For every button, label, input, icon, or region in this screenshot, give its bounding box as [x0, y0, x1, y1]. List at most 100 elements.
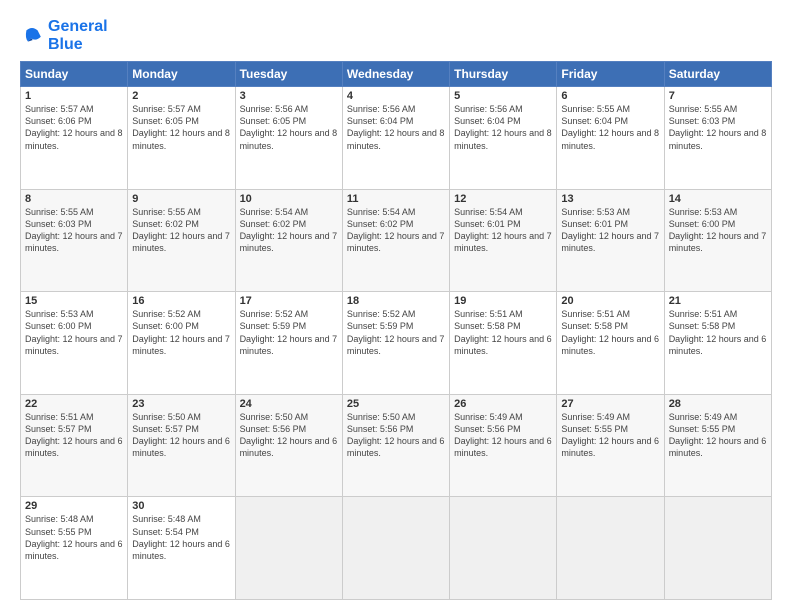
day-info: Sunrise: 5:56 AM Sunset: 6:05 PM Dayligh… [240, 103, 338, 152]
day-info: Sunrise: 5:56 AM Sunset: 6:04 PM Dayligh… [454, 103, 552, 152]
calendar-cell: 7 Sunrise: 5:55 AM Sunset: 6:03 PM Dayli… [664, 87, 771, 190]
calendar-cell: 9 Sunrise: 5:55 AM Sunset: 6:02 PM Dayli… [128, 189, 235, 292]
day-info: Sunrise: 5:54 AM Sunset: 6:02 PM Dayligh… [240, 206, 338, 255]
calendar-cell: 11 Sunrise: 5:54 AM Sunset: 6:02 PM Dayl… [342, 189, 449, 292]
week-row-1: 1 Sunrise: 5:57 AM Sunset: 6:06 PM Dayli… [21, 87, 772, 190]
header-friday: Friday [557, 62, 664, 87]
day-number: 12 [454, 193, 552, 205]
calendar-cell: 5 Sunrise: 5:56 AM Sunset: 6:04 PM Dayli… [450, 87, 557, 190]
day-number: 27 [561, 398, 659, 410]
day-number: 2 [132, 90, 230, 102]
calendar-cell: 28 Sunrise: 5:49 AM Sunset: 5:55 PM Dayl… [664, 394, 771, 497]
day-info: Sunrise: 5:51 AM Sunset: 5:58 PM Dayligh… [669, 308, 767, 357]
week-row-5: 29 Sunrise: 5:48 AM Sunset: 5:55 PM Dayl… [21, 497, 772, 600]
calendar-cell: 2 Sunrise: 5:57 AM Sunset: 6:05 PM Dayli… [128, 87, 235, 190]
header-sunday: Sunday [21, 62, 128, 87]
day-info: Sunrise: 5:53 AM Sunset: 6:00 PM Dayligh… [669, 206, 767, 255]
day-number: 18 [347, 295, 445, 307]
calendar-cell: 30 Sunrise: 5:48 AM Sunset: 5:54 PM Dayl… [128, 497, 235, 600]
week-row-3: 15 Sunrise: 5:53 AM Sunset: 6:00 PM Dayl… [21, 292, 772, 395]
page: General Blue SundayMondayTuesdayWednesda… [0, 0, 792, 612]
day-info: Sunrise: 5:52 AM Sunset: 5:59 PM Dayligh… [347, 308, 445, 357]
day-number: 29 [25, 500, 123, 512]
day-info: Sunrise: 5:53 AM Sunset: 6:00 PM Dayligh… [25, 308, 123, 357]
day-number: 25 [347, 398, 445, 410]
day-info: Sunrise: 5:51 AM Sunset: 5:57 PM Dayligh… [25, 411, 123, 460]
day-number: 13 [561, 193, 659, 205]
day-info: Sunrise: 5:50 AM Sunset: 5:56 PM Dayligh… [347, 411, 445, 460]
calendar-cell: 17 Sunrise: 5:52 AM Sunset: 5:59 PM Dayl… [235, 292, 342, 395]
calendar-cell [664, 497, 771, 600]
day-info: Sunrise: 5:48 AM Sunset: 5:55 PM Dayligh… [25, 513, 123, 562]
day-info: Sunrise: 5:50 AM Sunset: 5:56 PM Dayligh… [240, 411, 338, 460]
week-row-4: 22 Sunrise: 5:51 AM Sunset: 5:57 PM Dayl… [21, 394, 772, 497]
calendar-cell: 14 Sunrise: 5:53 AM Sunset: 6:00 PM Dayl… [664, 189, 771, 292]
day-info: Sunrise: 5:49 AM Sunset: 5:56 PM Dayligh… [454, 411, 552, 460]
logo-text: General Blue [48, 18, 108, 53]
calendar-cell [557, 497, 664, 600]
day-info: Sunrise: 5:55 AM Sunset: 6:02 PM Dayligh… [132, 206, 230, 255]
week-row-2: 8 Sunrise: 5:55 AM Sunset: 6:03 PM Dayli… [21, 189, 772, 292]
day-number: 28 [669, 398, 767, 410]
day-number: 20 [561, 295, 659, 307]
day-number: 1 [25, 90, 123, 102]
logo: General Blue [20, 18, 108, 53]
calendar-cell: 13 Sunrise: 5:53 AM Sunset: 6:01 PM Dayl… [557, 189, 664, 292]
header-tuesday: Tuesday [235, 62, 342, 87]
calendar-cell: 19 Sunrise: 5:51 AM Sunset: 5:58 PM Dayl… [450, 292, 557, 395]
day-number: 8 [25, 193, 123, 205]
header-monday: Monday [128, 62, 235, 87]
day-number: 19 [454, 295, 552, 307]
day-info: Sunrise: 5:51 AM Sunset: 5:58 PM Dayligh… [454, 308, 552, 357]
calendar-cell: 20 Sunrise: 5:51 AM Sunset: 5:58 PM Dayl… [557, 292, 664, 395]
day-info: Sunrise: 5:57 AM Sunset: 6:05 PM Dayligh… [132, 103, 230, 152]
header: General Blue [20, 18, 772, 53]
calendar-cell: 8 Sunrise: 5:55 AM Sunset: 6:03 PM Dayli… [21, 189, 128, 292]
day-number: 9 [132, 193, 230, 205]
calendar-cell: 1 Sunrise: 5:57 AM Sunset: 6:06 PM Dayli… [21, 87, 128, 190]
logo-icon [20, 24, 44, 48]
day-info: Sunrise: 5:50 AM Sunset: 5:57 PM Dayligh… [132, 411, 230, 460]
day-info: Sunrise: 5:53 AM Sunset: 6:01 PM Dayligh… [561, 206, 659, 255]
calendar-cell: 21 Sunrise: 5:51 AM Sunset: 5:58 PM Dayl… [664, 292, 771, 395]
day-number: 7 [669, 90, 767, 102]
calendar-cell: 27 Sunrise: 5:49 AM Sunset: 5:55 PM Dayl… [557, 394, 664, 497]
day-number: 24 [240, 398, 338, 410]
calendar-cell: 24 Sunrise: 5:50 AM Sunset: 5:56 PM Dayl… [235, 394, 342, 497]
calendar-cell: 4 Sunrise: 5:56 AM Sunset: 6:04 PM Dayli… [342, 87, 449, 190]
day-number: 11 [347, 193, 445, 205]
day-info: Sunrise: 5:55 AM Sunset: 6:04 PM Dayligh… [561, 103, 659, 152]
day-info: Sunrise: 5:56 AM Sunset: 6:04 PM Dayligh… [347, 103, 445, 152]
calendar-cell: 29 Sunrise: 5:48 AM Sunset: 5:55 PM Dayl… [21, 497, 128, 600]
calendar-table: SundayMondayTuesdayWednesdayThursdayFrid… [20, 61, 772, 600]
calendar-cell: 3 Sunrise: 5:56 AM Sunset: 6:05 PM Dayli… [235, 87, 342, 190]
day-number: 23 [132, 398, 230, 410]
day-number: 21 [669, 295, 767, 307]
calendar-cell: 6 Sunrise: 5:55 AM Sunset: 6:04 PM Dayli… [557, 87, 664, 190]
calendar-cell: 10 Sunrise: 5:54 AM Sunset: 6:02 PM Dayl… [235, 189, 342, 292]
header-saturday: Saturday [664, 62, 771, 87]
day-info: Sunrise: 5:49 AM Sunset: 5:55 PM Dayligh… [669, 411, 767, 460]
calendar-cell: 25 Sunrise: 5:50 AM Sunset: 5:56 PM Dayl… [342, 394, 449, 497]
day-number: 22 [25, 398, 123, 410]
calendar-cell [235, 497, 342, 600]
day-number: 30 [132, 500, 230, 512]
calendar-cell: 16 Sunrise: 5:52 AM Sunset: 6:00 PM Dayl… [128, 292, 235, 395]
day-info: Sunrise: 5:51 AM Sunset: 5:58 PM Dayligh… [561, 308, 659, 357]
day-number: 10 [240, 193, 338, 205]
calendar-cell [342, 497, 449, 600]
header-thursday: Thursday [450, 62, 557, 87]
day-number: 15 [25, 295, 123, 307]
day-info: Sunrise: 5:54 AM Sunset: 6:01 PM Dayligh… [454, 206, 552, 255]
calendar-cell: 18 Sunrise: 5:52 AM Sunset: 5:59 PM Dayl… [342, 292, 449, 395]
calendar-cell [450, 497, 557, 600]
day-info: Sunrise: 5:54 AM Sunset: 6:02 PM Dayligh… [347, 206, 445, 255]
day-info: Sunrise: 5:57 AM Sunset: 6:06 PM Dayligh… [25, 103, 123, 152]
day-info: Sunrise: 5:55 AM Sunset: 6:03 PM Dayligh… [25, 206, 123, 255]
day-number: 14 [669, 193, 767, 205]
day-info: Sunrise: 5:55 AM Sunset: 6:03 PM Dayligh… [669, 103, 767, 152]
day-info: Sunrise: 5:48 AM Sunset: 5:54 PM Dayligh… [132, 513, 230, 562]
calendar-header-row: SundayMondayTuesdayWednesdayThursdayFrid… [21, 62, 772, 87]
day-number: 26 [454, 398, 552, 410]
day-number: 6 [561, 90, 659, 102]
